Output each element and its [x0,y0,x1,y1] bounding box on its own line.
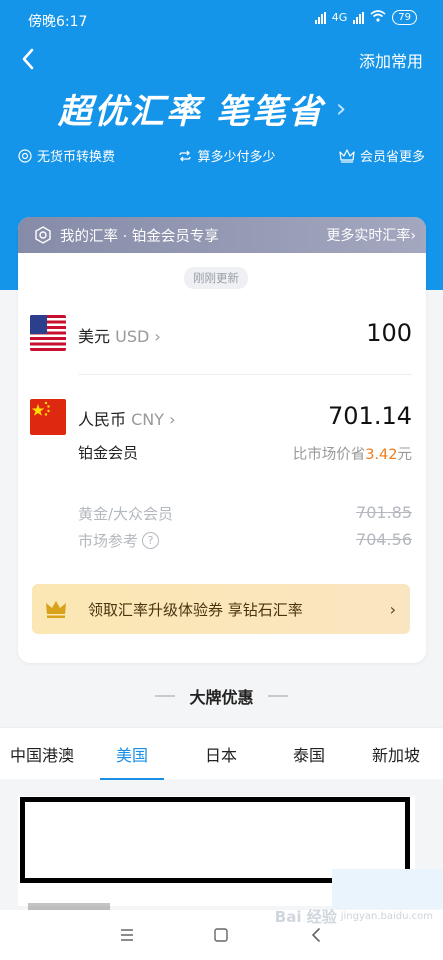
tab-hk-macau[interactable]: 中国港澳 [10,742,74,766]
feature-label: 算多少付多少 [197,150,276,165]
saving-unit: 元 [397,447,413,463]
saving-amount: 3.42 [365,447,398,463]
watermark-url: jingyan.baidu.com [340,911,433,922]
card-header-label: 我的汇率 · 铂金会员专享 [60,228,219,245]
tab-singapore[interactable]: 新加坡 [372,742,420,766]
section-title-text: 大牌优惠 [189,688,254,707]
menu-nav-button[interactable] [112,920,142,950]
chevron-left-icon [311,928,320,942]
from-amount-input[interactable]: 100 [366,319,412,347]
saving-prefix: 比市场价省 [292,447,366,463]
to-currency-code: CNY [131,410,165,429]
market-reference-text: 市场参考 [78,532,139,550]
signal-icon-2 [353,11,365,24]
feature-no-fee: 无货币转换费 [18,146,115,165]
region-tabs: 中国港澳 美国 日本 泰国 新加坡 [0,727,443,781]
tab-thailand[interactable]: 泰国 [293,742,325,766]
from-currency-name: 美元 [78,327,111,346]
card-header-title: 我的汇率 · 铂金会员专享 [34,225,326,246]
battery-icon: 79 [392,10,417,25]
to-currency-selector[interactable]: 人民币 CNY › [78,406,176,430]
status-icons: 4G 79 [314,10,417,25]
watermark-brand: Bai 经验 [274,908,337,926]
upgrade-coupon-banner[interactable]: 领取汇率升级体验券 享钻石汇率 › [32,584,410,634]
member-level-label: 铂金会员 [78,444,139,462]
help-icon[interactable]: ? [142,532,160,549]
watermark: Bai 经验 jingyan.baidu.com [275,906,433,927]
feature-member-save: 会员省更多 [339,146,425,165]
coin-icon [18,148,32,163]
divider [267,695,288,697]
back-button[interactable] [14,44,42,74]
chevron-right-icon: › [169,410,176,429]
status-bar: 傍晚6:17 4G 79 [0,0,443,38]
chevron-right-icon: › [410,228,416,244]
cn-flag-icon [30,399,66,435]
gold-member-text: 黄金/大众会员 [78,505,174,523]
banner-title: 超优汇率 笔笔省 [58,92,324,132]
menu-icon [121,929,134,941]
tab-japan[interactable]: 日本 [205,742,237,766]
more-rates-label: 更多实时汇率 [326,228,411,244]
saving-text: 比市场价省3.42元 [293,443,412,464]
signal-icon [314,11,326,24]
wifi-icon [370,10,386,25]
chevron-right-icon: › [389,599,396,619]
gold-member-value: 701.85 [356,503,412,522]
from-currency-code: USD [115,327,150,346]
crown-icon [44,599,72,619]
more-rates-link[interactable]: 更多实时汇率› [326,225,416,245]
divider [78,374,412,375]
to-currency-name: 人民币 [78,410,127,429]
market-reference-value: 704.56 [356,530,412,549]
status-time: 傍晚6:17 [28,14,88,30]
feature-list: 无货币转换费 算多少付多少 会员省更多 [0,146,443,165]
add-favorite-button[interactable]: 添加常用 [359,48,423,72]
network-type: 4G [331,11,348,24]
feature-label: 会员省更多 [359,150,425,165]
chevron-right-icon: › [335,93,347,124]
market-reference-label: 市场参考? [78,530,160,551]
exchange-rate-card: 我的汇率 · 铂金会员专享 更多实时汇率› 刚刚更新 美元 USD › 100 … [18,217,426,663]
crown-icon [339,148,355,163]
square-icon [214,928,229,942]
feature-pay-exact: 算多少付多少 [178,146,276,165]
home-nav-button[interactable] [206,920,236,950]
deal-card-side[interactable] [332,869,443,909]
hexagon-badge-icon [35,226,51,244]
to-amount: 701.14 [328,402,412,430]
divider [155,695,176,697]
tab-usa[interactable]: 美国 [99,742,165,781]
card-header: 我的汇率 · 铂金会员专享 更多实时汇率› [18,217,426,253]
section-title: 大牌优惠 [0,684,443,708]
gold-member-label: 黄金/大众会员 [78,503,173,524]
upgrade-coupon-text: 领取汇率升级体验券 享钻石汇率 [88,600,303,619]
swap-icon [179,150,192,161]
chevron-left-icon [22,48,34,70]
feature-label: 无货币转换费 [37,150,116,165]
us-flag-icon [30,315,66,351]
promo-banner[interactable]: 超优汇率 笔笔省 › [58,84,346,133]
chevron-right-icon: › [154,327,161,346]
from-currency-selector[interactable]: 美元 USD › [78,323,161,347]
updated-badge: 刚刚更新 [184,267,248,289]
